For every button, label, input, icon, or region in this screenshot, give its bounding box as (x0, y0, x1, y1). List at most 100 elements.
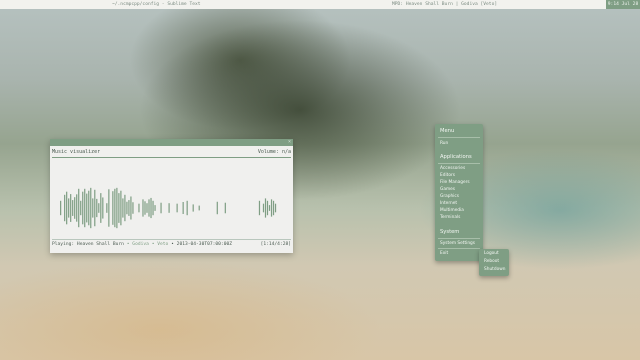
menu-separator (438, 163, 480, 164)
visualizer-bar (154, 205, 156, 211)
mpd-now-playing[interactable]: MPD: Heaven Shall Burn | Godiva [Veto] (392, 0, 497, 9)
visualizer-bar (108, 189, 110, 227)
visualizer-bar (96, 198, 98, 218)
menu-item-terminals[interactable]: Terminals (440, 215, 460, 221)
visualizer-bar (182, 202, 184, 214)
visualizer-bar (264, 198, 267, 218)
visualizer-bar (90, 187, 92, 229)
visualizer-title: Music visualizer (52, 149, 101, 155)
visualizer-bar (88, 190, 90, 226)
visualizer-bar (126, 201, 128, 215)
visualizer-bar (168, 203, 170, 213)
visualizer-bar (106, 203, 108, 213)
visualizer-bar (216, 201, 218, 215)
menu-item-run[interactable]: Run (440, 141, 448, 147)
status-separator: • (171, 242, 174, 247)
divider (52, 157, 291, 158)
menu-item-games[interactable]: Games (440, 187, 455, 193)
menu-header-applications: Applications (440, 154, 472, 160)
playback-position: [1:14/4:28] (260, 242, 291, 247)
root-menu: Menu Run Applications Accessories Editor… (435, 124, 483, 261)
clock: 9:14 Jul 28 (606, 0, 640, 9)
status-prefix: Playing: (52, 242, 75, 247)
visualizer-bar (116, 187, 118, 229)
visualizer-bar (128, 200, 130, 216)
visualizer-bar (138, 203, 140, 213)
visualizer-bar (72, 200, 74, 216)
visualizer-bar (198, 205, 200, 211)
menu-header-system: System (440, 229, 460, 235)
menu-item-logout[interactable]: Logout (484, 251, 499, 257)
visualizer-bar (76, 194, 78, 222)
visualizer-bar (152, 200, 154, 216)
menu-separator (438, 248, 480, 249)
status-separator: • (126, 242, 130, 247)
menu-item-reboot[interactable]: Reboot (484, 259, 499, 265)
visualizer-header: Music visualizer Volume: n/a (52, 149, 291, 156)
visualizer-bar (82, 191, 84, 225)
visualizer-bar (262, 203, 265, 213)
visualizer-bar (64, 194, 66, 222)
status-album: Veto (157, 242, 169, 247)
visualizer-bar (132, 202, 134, 214)
menu-item-internet[interactable]: Internet (440, 201, 457, 207)
visualizer-bar (258, 200, 261, 216)
visualizer-bar (66, 191, 68, 225)
visualizer-bar (266, 200, 269, 216)
visualizer-bar (148, 199, 150, 217)
visualizer-bar (100, 193, 102, 223)
menu-item-graphics[interactable]: Graphics (440, 194, 459, 200)
visualizer-bar (98, 203, 100, 213)
visualizer-bar (272, 200, 275, 216)
menu-separator (438, 238, 480, 239)
visualizer-bar (160, 202, 162, 214)
menu-item-editors[interactable]: Editors (440, 173, 455, 179)
visualizer-bar (120, 190, 122, 226)
visualizer-bar (86, 193, 88, 223)
visualizer-bar (68, 198, 70, 218)
visualizer-bar (84, 188, 86, 228)
visualizer-bar (118, 193, 120, 223)
top-panel: ~/.ncmpcpp/config - Sublime Text MPD: He… (0, 0, 640, 9)
status-separator: • (151, 242, 155, 247)
visualizer-bar (150, 197, 152, 219)
menu-item-shutdown[interactable]: Shutdown (484, 267, 505, 273)
visualizer-bar (224, 202, 226, 214)
exit-submenu: Logout Reboot Shutdown (479, 249, 509, 276)
visualizer-bar (74, 197, 76, 219)
visualizer-bar (80, 200, 82, 216)
menu-item-exit[interactable]: Exit (440, 251, 448, 257)
visualizer-bar (78, 188, 80, 228)
visualizer-bar (142, 199, 144, 217)
visualizer-bar (94, 189, 96, 227)
visualizer-bar (274, 203, 277, 213)
visualizer-bar (130, 196, 132, 220)
visualizer-bar (122, 198, 124, 218)
close-icon[interactable]: × (288, 139, 291, 146)
volume-label: Volume: n/a (257, 149, 291, 155)
visualizer-bar (112, 191, 114, 225)
menu-separator (438, 137, 480, 138)
visualizer-bar (186, 200, 188, 216)
visualizer-bar (70, 194, 72, 222)
music-visualizer-window[interactable]: × Music visualizer Volume: n/a Playing: … (50, 139, 293, 253)
active-window-title[interactable]: ~/.ncmpcpp/config - Sublime Text (112, 0, 201, 9)
status-artist: Heaven Shall Burn (76, 242, 124, 247)
status-date: 2013-04-30T07:00:00Z (176, 242, 232, 247)
status-title: Godiva (132, 242, 149, 247)
visualizer-bars (60, 187, 277, 229)
now-playing-status: Playing: Heaven Shall Burn • Godiva • Ve… (52, 241, 291, 249)
visualizer-bar (270, 199, 273, 217)
menu-header: Menu (440, 128, 455, 134)
menu-item-system-settings[interactable]: System Settings (440, 241, 475, 247)
visualizer-bar (146, 203, 148, 213)
visualizer-bar (60, 200, 62, 216)
menu-item-file-managers[interactable]: File Managers (440, 180, 470, 186)
menu-item-accessories[interactable]: Accessories (440, 166, 465, 172)
progress-track[interactable] (52, 239, 291, 240)
menu-item-multimedia[interactable]: Multimedia (440, 208, 464, 214)
visualizer-bar (114, 188, 116, 228)
visualizer-bar (102, 197, 104, 219)
visualizer-bar (268, 205, 271, 211)
visualizer-bar (192, 204, 194, 212)
